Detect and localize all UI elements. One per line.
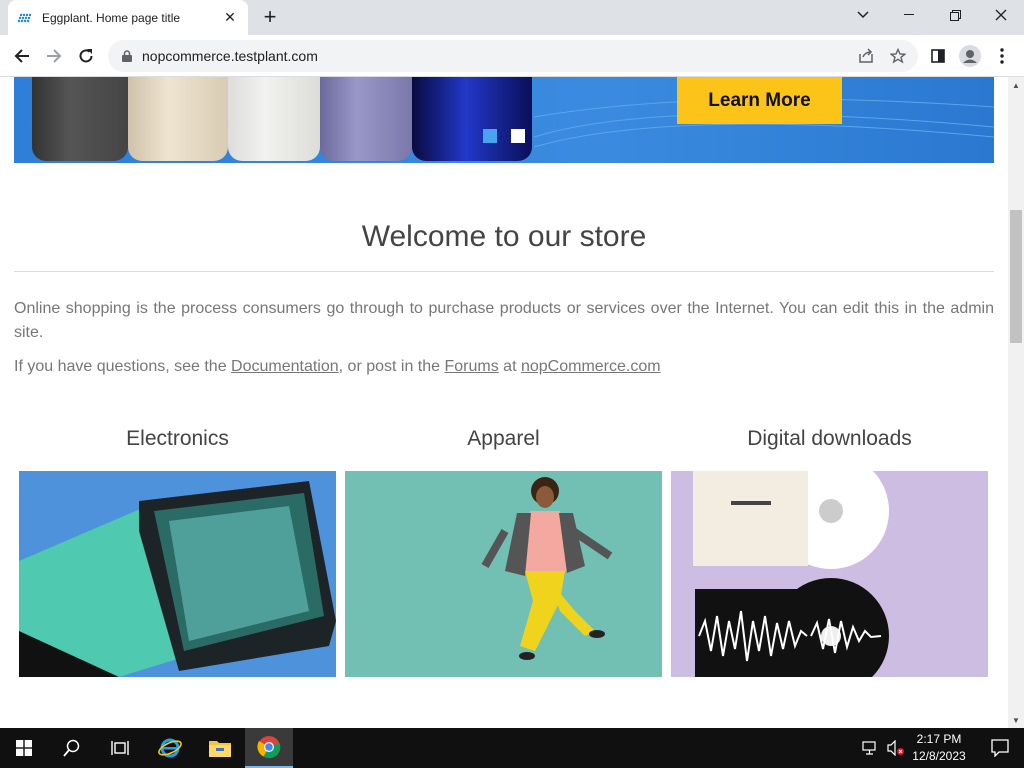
task-view-button[interactable] xyxy=(96,728,144,768)
tab-search-icon[interactable] xyxy=(840,0,886,30)
page-viewport: Learn More Welcome to our store Online s… xyxy=(0,77,1008,728)
forward-arrow-icon xyxy=(47,49,62,63)
reload-button[interactable] xyxy=(72,42,100,70)
category-title[interactable]: Electronics xyxy=(19,427,336,457)
category-apparel[interactable]: Apparel xyxy=(345,427,662,677)
questions-middle: , or post in the xyxy=(338,358,445,375)
system-clock[interactable]: 2:17 PM 12/8/2023 xyxy=(905,731,973,765)
clock-time: 2:17 PM xyxy=(916,732,962,746)
chrome-taskbar-button[interactable] xyxy=(245,728,293,768)
url-text: nopcommerce.testplant.com xyxy=(142,48,318,64)
questions-prefix: If you have questions, see the xyxy=(14,358,232,375)
phone-gold-image xyxy=(128,77,228,161)
file-explorer-button[interactable] xyxy=(196,728,244,768)
scrollbar-thumb[interactable] xyxy=(1010,210,1022,343)
share-icon[interactable] xyxy=(858,48,874,64)
clock-date: 12/8/2023 xyxy=(912,749,966,763)
side-panel-icon xyxy=(931,49,945,63)
category-title[interactable]: Apparel xyxy=(345,427,662,457)
search-button[interactable] xyxy=(48,728,96,768)
restore-button[interactable] xyxy=(932,0,978,30)
browser-tab-strip: Eggplant. Home page title ✕ + xyxy=(0,0,1024,35)
page-scrollbar[interactable]: ▲ ▼ xyxy=(1008,77,1024,728)
internet-explorer-button[interactable] xyxy=(146,728,194,768)
nopcommerce-link[interactable]: nopCommerce.com xyxy=(521,358,661,375)
home-slider-banner[interactable]: Learn More xyxy=(14,77,994,163)
category-image-digital-downloads[interactable] xyxy=(671,471,988,677)
browser-toolbar: nopcommerce.testplant.com xyxy=(0,35,1024,77)
start-button[interactable] xyxy=(0,728,48,768)
bookmark-star-icon[interactable] xyxy=(890,48,906,64)
phone-graphite-image xyxy=(32,77,128,161)
scroll-down-icon[interactable]: ▼ xyxy=(1008,712,1024,728)
browser-tab[interactable]: Eggplant. Home page title ✕ xyxy=(8,0,248,35)
phone-silver-image xyxy=(228,77,320,161)
questions-text: If you have questions, see the Documenta… xyxy=(14,355,994,379)
reload-icon xyxy=(79,49,93,63)
back-button[interactable] xyxy=(8,42,36,70)
page-title: Welcome to our store xyxy=(361,220,647,253)
notification-icon xyxy=(991,739,1009,757)
windows-taskbar: 2:17 PM 12/8/2023 xyxy=(0,728,1024,768)
lock-icon xyxy=(122,50,132,62)
chrome-menu-button[interactable] xyxy=(988,42,1016,70)
search-icon xyxy=(63,739,80,757)
close-tab-icon[interactable]: ✕ xyxy=(222,9,238,26)
scroll-up-icon[interactable]: ▲ xyxy=(1008,77,1024,93)
slider-dot-1[interactable] xyxy=(483,129,497,143)
eggplant-favicon-icon xyxy=(18,13,32,22)
learn-more-button[interactable]: Learn More xyxy=(677,77,842,124)
tab-title: Eggplant. Home page title xyxy=(42,10,181,25)
category-image-electronics[interactable] xyxy=(19,471,336,677)
title-divider xyxy=(14,271,994,272)
chrome-icon xyxy=(257,736,281,759)
side-panel-button[interactable] xyxy=(924,42,952,70)
category-title[interactable]: Digital downloads xyxy=(671,427,988,457)
address-bar[interactable]: nopcommerce.testplant.com xyxy=(108,40,918,72)
action-center-button[interactable] xyxy=(976,728,1024,768)
slider-dot-2[interactable] xyxy=(511,129,525,143)
questions-at: at xyxy=(498,358,521,375)
category-electronics[interactable]: Electronics xyxy=(19,427,336,677)
minimize-button[interactable] xyxy=(886,0,932,30)
forums-link[interactable]: Forums xyxy=(445,358,499,375)
back-arrow-icon xyxy=(14,49,29,63)
category-image-apparel[interactable] xyxy=(345,471,662,677)
folder-icon xyxy=(209,741,231,757)
network-icon[interactable] xyxy=(858,728,882,768)
phone-blue-image xyxy=(412,77,532,161)
intro-text: Online shopping is the process consumers… xyxy=(14,300,994,341)
more-vert-icon xyxy=(1000,48,1004,64)
forward-button[interactable] xyxy=(40,42,68,70)
category-digital-downloads[interactable]: Digital downloads xyxy=(671,427,988,677)
internet-explorer-icon xyxy=(158,738,182,758)
windows-logo-icon xyxy=(16,740,32,756)
profile-avatar-icon xyxy=(959,45,981,67)
documentation-link[interactable]: Documentation xyxy=(231,358,339,375)
phone-purple-image xyxy=(320,77,412,161)
new-tab-button[interactable]: + xyxy=(258,4,282,29)
profile-button[interactable] xyxy=(956,42,984,70)
task-view-icon xyxy=(111,741,129,755)
close-window-button[interactable] xyxy=(978,0,1024,30)
